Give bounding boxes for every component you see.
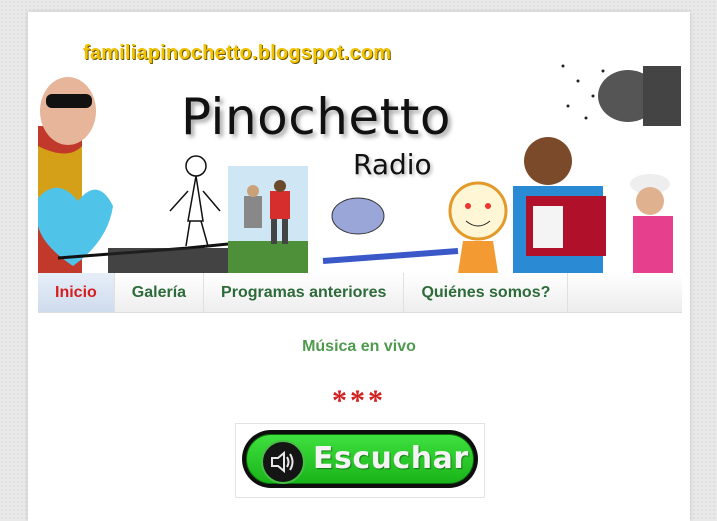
listen-button-face[interactable]: Escuchar: [246, 434, 474, 484]
bug-drawing: [322, 197, 459, 264]
rock-hand-photo: [598, 66, 681, 126]
nav-item-inicio[interactable]: Inicio: [38, 273, 115, 312]
listen-button-label: Escuchar: [313, 441, 469, 476]
nav-item-quienes-somos[interactable]: Quiénes somos?: [404, 273, 569, 312]
listen-button[interactable]: Escuchar: [242, 430, 478, 488]
people-walking-photo: [228, 166, 308, 273]
section-title: Música en vivo: [302, 338, 416, 355]
separator-stars: ***: [332, 384, 386, 417]
page-container: familiapinochetto.blogspot.com Pinochett…: [28, 12, 690, 521]
site-subtitle: Radio: [353, 148, 432, 181]
nav-item-programas-anteriores[interactable]: Programas anteriores: [204, 273, 405, 312]
doodle-scribbles: [561, 64, 605, 120]
blog-url-text[interactable]: familiapinochetto.blogspot.com: [83, 42, 391, 65]
accordion-boy-photo: [513, 137, 606, 273]
child-face-drawing: [448, 181, 508, 273]
main-navigation: Inicio Galería Programas anteriores Quié…: [38, 273, 682, 313]
header-banner[interactable]: familiapinochetto.blogspot.com Pinochett…: [38, 26, 682, 273]
site-title: Pinochetto: [181, 88, 451, 146]
girl-with-hat-photo: [630, 174, 673, 273]
nav-item-galeria[interactable]: Galería: [114, 273, 205, 312]
speaker-icon: [261, 440, 305, 484]
listen-button-frame: Escuchar: [235, 423, 485, 498]
